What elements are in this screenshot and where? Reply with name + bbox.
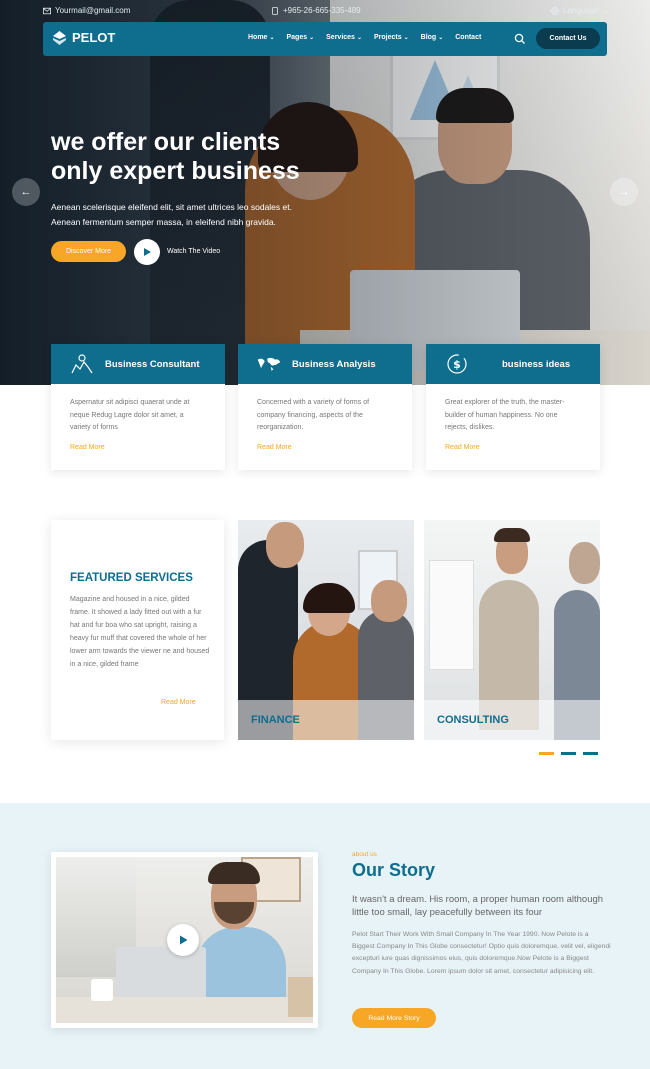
topbar-email-text: Yourmail@gmail.com — [55, 6, 131, 15]
nav-item-pages[interactable]: Pages ⌄ — [286, 34, 314, 41]
brand-logo[interactable]: PELOT — [53, 30, 115, 45]
chevron-down-icon: ⌄ — [602, 6, 610, 15]
read-more-link[interactable]: Read More — [70, 444, 105, 451]
photo-caption: FINANCE — [251, 714, 300, 726]
read-more-link[interactable]: Read More — [445, 444, 480, 451]
service-text: Aspernatur sit adipisci quaerat unde at … — [70, 399, 190, 431]
service-title: Business Consultant — [105, 358, 200, 370]
world-map-icon — [256, 353, 282, 375]
carousel-dot[interactable] — [561, 752, 576, 755]
read-more-story-button[interactable]: Read More Story — [352, 1008, 436, 1028]
watch-video-link[interactable]: Watch The Video — [167, 248, 220, 255]
photo-books — [288, 977, 313, 1017]
play-icon — [180, 935, 188, 945]
language-label: Language — [563, 6, 599, 15]
about-us-label: about us — [352, 851, 377, 858]
nav-item-label: Services — [326, 34, 355, 41]
hero-overlay — [0, 0, 650, 385]
discover-more-button[interactable]: Discover More — [51, 241, 126, 262]
slider-prev-button[interactable]: ← — [12, 178, 40, 206]
nav-item-label: Blog — [420, 34, 437, 41]
arrow-left-icon: ← — [20, 186, 32, 198]
service-card-header: Business Analysis — [238, 344, 412, 384]
featured-title: FEATURED SERVICES — [70, 572, 193, 584]
service-text: Concerned with a variety of forms of com… — [257, 399, 370, 431]
topbar-phone[interactable]: +965-26-665-335-489 — [271, 6, 361, 15]
service-title: business ideas — [502, 358, 571, 370]
chevron-down-icon: ⌄ — [438, 35, 444, 41]
finance-photo-card[interactable]: FINANCE — [238, 520, 414, 740]
carousel-dot[interactable] — [583, 752, 598, 755]
mail-icon — [43, 7, 51, 14]
photo-whiteboard — [429, 560, 474, 670]
hero-description: Aenean scelerisque eleifend elit, sit am… — [51, 200, 381, 230]
photo-mug — [91, 979, 113, 1001]
dollar-cycle-icon: $ — [444, 353, 470, 375]
service-title: Business Analysis — [292, 358, 376, 370]
svg-text:$: $ — [453, 358, 461, 371]
top-bar: Yourmail@gmail.com +965-26-665-335-489 L… — [0, 5, 650, 19]
read-more-link[interactable]: Read More — [257, 444, 292, 451]
photo-person — [371, 580, 407, 622]
chevron-down-icon: ⌄ — [403, 35, 409, 41]
photo-person — [208, 862, 260, 884]
story-lead: It wasn't a dream. His room, a proper hu… — [352, 894, 604, 918]
photo-person — [266, 522, 304, 568]
photo-person — [494, 528, 530, 542]
story-text: Pelot Start Their Work With Small Compan… — [352, 931, 611, 975]
nav-item-label: Home — [248, 34, 268, 41]
photo-caption: CONSULTING — [437, 714, 509, 726]
brand-name: PELOT — [72, 30, 116, 45]
person-chart-icon — [69, 353, 95, 375]
service-card: $ business ideas Great explorer of the t… — [426, 344, 600, 470]
nav-item-home[interactable]: Home ⌄ — [248, 34, 274, 41]
service-card-header: $ business ideas — [426, 344, 600, 384]
play-video-button[interactable] — [134, 239, 160, 265]
carousel-pagination — [539, 752, 598, 755]
nav-item-projects[interactable]: Projects ⌄ — [374, 34, 409, 41]
service-card: Business Consultant Aspernatur sit adipi… — [51, 344, 225, 470]
nav-item-label: Pages — [286, 34, 308, 41]
photo-person — [569, 542, 600, 584]
globe-icon — [551, 6, 559, 15]
nav-item-blog[interactable]: Blog ⌄ — [421, 34, 444, 41]
play-icon — [144, 248, 151, 256]
featured-services-card: FEATURED SERVICES Magazine and housed in… — [51, 520, 224, 740]
search-icon[interactable] — [513, 32, 527, 46]
chevron-down-icon: ⌄ — [269, 35, 275, 41]
service-card-header: Business Consultant — [51, 344, 225, 384]
hero-text-line: Aenean scelerisque eleifend elit, sit am… — [51, 202, 292, 212]
nav-menu: Home ⌄ Pages ⌄ Services ⌄ Projects ⌄ Blog ⌄ C… — [248, 34, 481, 41]
nav-item-label: Contact — [455, 34, 482, 41]
story-title: Our Story — [352, 860, 436, 880]
topbar-email[interactable]: Yourmail@gmail.com — [43, 6, 130, 15]
nav-item-contact[interactable]: Contact — [455, 34, 481, 41]
service-text: Great explorer of the truth, the master-… — [445, 399, 565, 431]
phone-icon — [272, 6, 278, 15]
consulting-photo-card[interactable]: CONSULTING — [424, 520, 600, 740]
contact-us-button[interactable]: Contact Us — [536, 28, 600, 49]
hero-text-line: Aenean fermentum semper massa, in eleife… — [51, 217, 276, 227]
story-play-button[interactable] — [167, 924, 199, 956]
nav-item-label: Projects — [373, 34, 402, 41]
topbar-phone-text: +965-26-665-335-489 — [283, 6, 361, 15]
hero-title: we offer our clients only expert busines… — [51, 128, 381, 186]
logo-icon — [53, 30, 66, 45]
service-card: Business Analysis Concerned with a varie… — [238, 344, 412, 470]
arrow-right-icon: → — [618, 186, 630, 198]
nav-item-services[interactable]: Services ⌄ — [326, 34, 362, 41]
chevron-down-icon: ⌄ — [309, 35, 315, 41]
read-more-link[interactable]: Read More — [161, 699, 196, 706]
hero-title-line: only expert business — [51, 157, 300, 185]
chevron-down-icon: ⌄ — [356, 35, 362, 41]
slider-next-button[interactable]: → — [610, 178, 638, 206]
language-selector[interactable]: Language ⌄ — [551, 6, 609, 15]
hero-title-line: we offer our clients — [51, 128, 281, 156]
main-navbar: PELOT Home ⌄ Pages ⌄ Services ⌄ Projects ⌄ B… — [43, 22, 607, 56]
featured-text: Magazine and housed in a nice, gilded fr… — [70, 596, 210, 668]
carousel-dot[interactable] — [539, 752, 554, 755]
hero-section — [0, 0, 650, 385]
